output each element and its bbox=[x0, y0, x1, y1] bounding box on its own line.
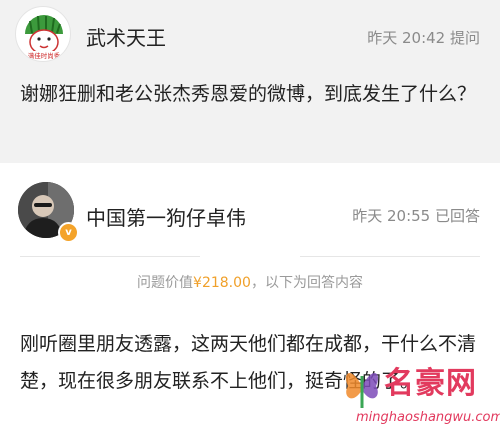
watermark-name: 名豪网 bbox=[384, 366, 477, 401]
price-prefix: 问题价值 bbox=[137, 275, 194, 291]
divider-left bbox=[20, 256, 200, 257]
watermark-url: minghaoshangwu.com bbox=[356, 410, 500, 425]
watermelon-cartoon-avatar-icon: 满佳时尚秀 bbox=[24, 15, 64, 60]
answer-meta: 昨天 20:55 已回答 bbox=[352, 207, 480, 225]
verified-badge: v bbox=[58, 222, 79, 243]
question-meta: 昨天 20:42 提问 bbox=[367, 29, 480, 47]
answerer-name[interactable]: 中国第一狗仔卓伟 bbox=[86, 202, 246, 231]
price-value: ¥218.00 bbox=[193, 275, 251, 291]
asker-avatar[interactable]: 满佳时尚秀 bbox=[15, 6, 71, 62]
asker-name[interactable]: 武术天王 bbox=[86, 22, 166, 51]
question-value-line: 问题价值¥218.00，以下为回答内容 bbox=[0, 272, 500, 292]
avatar-caption: 满佳时尚秀 bbox=[28, 51, 61, 60]
question-card: 满佳时尚秀 武术天王 昨天 20:42 提问 谢娜狂删和老公张杰秀恩爱的微博，到… bbox=[0, 0, 500, 163]
site-watermark: 名豪网 minghaoshangwu.com bbox=[336, 352, 500, 432]
price-suffix: ，以下为回答内容 bbox=[250, 275, 363, 291]
butterfly-logo-icon bbox=[345, 372, 379, 408]
question-text: 谢娜狂删和老公张杰秀恩爱的微博，到底发生了什么？ bbox=[20, 83, 477, 105]
divider-right bbox=[300, 256, 480, 257]
